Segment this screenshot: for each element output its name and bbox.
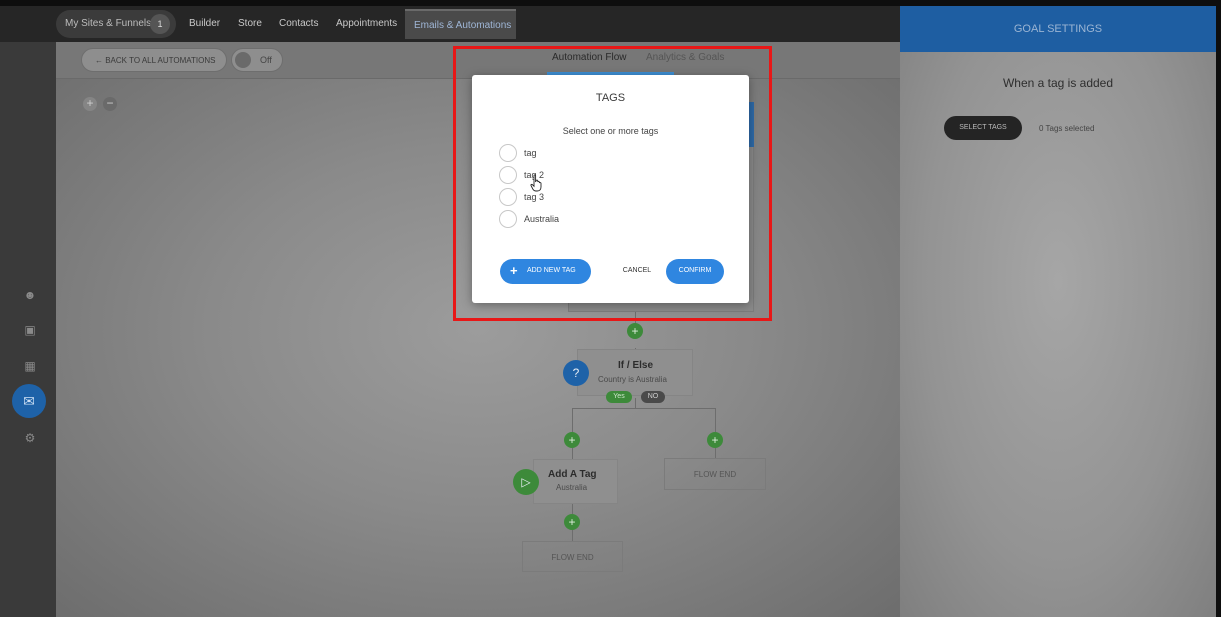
if-else-title: If / Else — [618, 360, 654, 371]
add-step-plus-icon[interactable]: + — [707, 432, 723, 448]
no-branch-badge[interactable]: NO — [641, 391, 665, 403]
tag-option-checkbox[interactable] — [499, 144, 517, 162]
tag-option-label[interactable]: tag — [524, 148, 537, 158]
calendar-icon[interactable]: ▦ — [22, 358, 38, 374]
tag-option-label[interactable]: Australia — [524, 214, 559, 224]
tag-option-checkbox[interactable] — [499, 188, 517, 206]
inbox-icon[interactable]: ▣ — [22, 322, 38, 338]
nav-contacts[interactable]: Contacts — [279, 18, 318, 29]
connector — [572, 408, 573, 432]
back-to-automations-label: ← BACK TO ALL AUTOMATIONS — [95, 56, 216, 65]
nav-emails-automations[interactable]: Emails & Automations — [405, 9, 516, 39]
modal-title: TAGS — [595, 92, 626, 104]
connector — [572, 530, 573, 541]
tag-option-checkbox[interactable] — [499, 210, 517, 228]
goal-trigger-title: When a tag is added — [1002, 76, 1114, 90]
tag-icon: ▷ — [513, 469, 539, 495]
nav-appointments[interactable]: Appointments — [336, 18, 397, 29]
goal-settings-title: GOAL SETTINGS — [1013, 23, 1103, 35]
plus-icon: + — [510, 263, 518, 278]
modal-subtitle: Select one or more tags — [562, 126, 659, 136]
connector — [572, 504, 573, 514]
connector — [715, 448, 716, 458]
flow-end-bottom-label: FLOW END — [551, 553, 594, 562]
select-tags-button[interactable]: SELECT TAGS — [944, 116, 1022, 140]
confirm-label: CONFIRM — [678, 267, 712, 274]
flow-end-right-label: FLOW END — [693, 470, 737, 479]
tag-option-checkbox[interactable] — [499, 166, 517, 184]
nav-emails-automations-label: Emails & Automations — [414, 20, 512, 31]
gear-icon[interactable]: ⚙ — [22, 430, 38, 446]
tab-analytics-goals[interactable]: Analytics & Goals — [646, 52, 724, 63]
add-step-plus-icon[interactable]: + — [564, 514, 580, 530]
goal-settings-panel: GOAL SETTINGS When a tag is added SELECT… — [900, 6, 1216, 617]
tag-option-label[interactable]: tag 3 — [524, 192, 544, 202]
back-to-automations-button[interactable]: ← BACK TO ALL AUTOMATIONS — [81, 48, 227, 72]
add-step-plus-icon[interactable]: + — [564, 432, 580, 448]
tags-selected-count: 0 Tags selected — [1039, 124, 1095, 133]
app-window: My Sites & Funnels 1 Builder Store Conta… — [0, 0, 1221, 617]
question-icon: ? — [563, 360, 589, 386]
nav-sites-funnels[interactable]: My Sites & Funnels 1 — [56, 10, 176, 38]
zoom-in-icon[interactable]: + — [83, 97, 97, 111]
toggle-label: Off — [260, 55, 272, 65]
flow-end-right[interactable]: FLOW END — [664, 458, 766, 490]
if-else-subtitle: Country is Australia — [598, 375, 667, 384]
nav-store[interactable]: Store — [238, 18, 262, 29]
add-new-tag-button[interactable]: + ADD NEW TAG — [500, 259, 591, 284]
nav-builder[interactable]: Builder — [189, 18, 220, 29]
top-nav: My Sites & Funnels 1 Builder Store Conta… — [0, 6, 900, 42]
add-new-tag-label: ADD NEW TAG — [527, 267, 576, 274]
if-else-node[interactable] — [577, 349, 693, 396]
cancel-label: CANCEL — [622, 267, 652, 274]
hand-cursor-icon — [530, 174, 542, 192]
toggle-knob — [235, 52, 251, 68]
goal-settings-header: GOAL SETTINGS — [900, 6, 1216, 52]
add-step-plus-icon[interactable]: + — [627, 323, 643, 339]
add-tag-subtitle: Australia — [556, 483, 588, 492]
email-icon[interactable]: ✉ — [12, 384, 46, 418]
tags-modal: TAGS Select one or more tags tag tag 2 t… — [472, 75, 749, 303]
zoom-out-icon[interactable]: − — [103, 97, 117, 111]
confirm-button[interactable]: CONFIRM — [666, 259, 724, 284]
nav-sites-funnels-label: My Sites & Funnels — [65, 18, 152, 29]
connector — [572, 408, 715, 409]
add-tag-node[interactable] — [533, 459, 618, 504]
connector — [715, 408, 716, 432]
tab-automation-flow[interactable]: Automation Flow — [552, 52, 626, 63]
connector — [635, 398, 636, 408]
add-tag-title: Add A Tag — [548, 469, 597, 480]
automation-toggle[interactable]: Off — [231, 48, 283, 72]
cancel-button[interactable]: CANCEL — [615, 259, 659, 284]
contacts-icon[interactable]: ☻ — [22, 287, 38, 303]
yes-branch-badge[interactable]: Yes — [606, 391, 632, 403]
left-rail: ☻ ▣ ▦ ✉ ⚙ — [0, 42, 56, 617]
select-tags-label: SELECT TAGS — [959, 124, 1007, 131]
flow-end-bottom[interactable]: FLOW END — [522, 541, 623, 572]
nav-sites-badge: 1 — [150, 14, 170, 34]
automation-subbar: ← BACK TO ALL AUTOMATIONS Off Automation… — [56, 42, 900, 79]
